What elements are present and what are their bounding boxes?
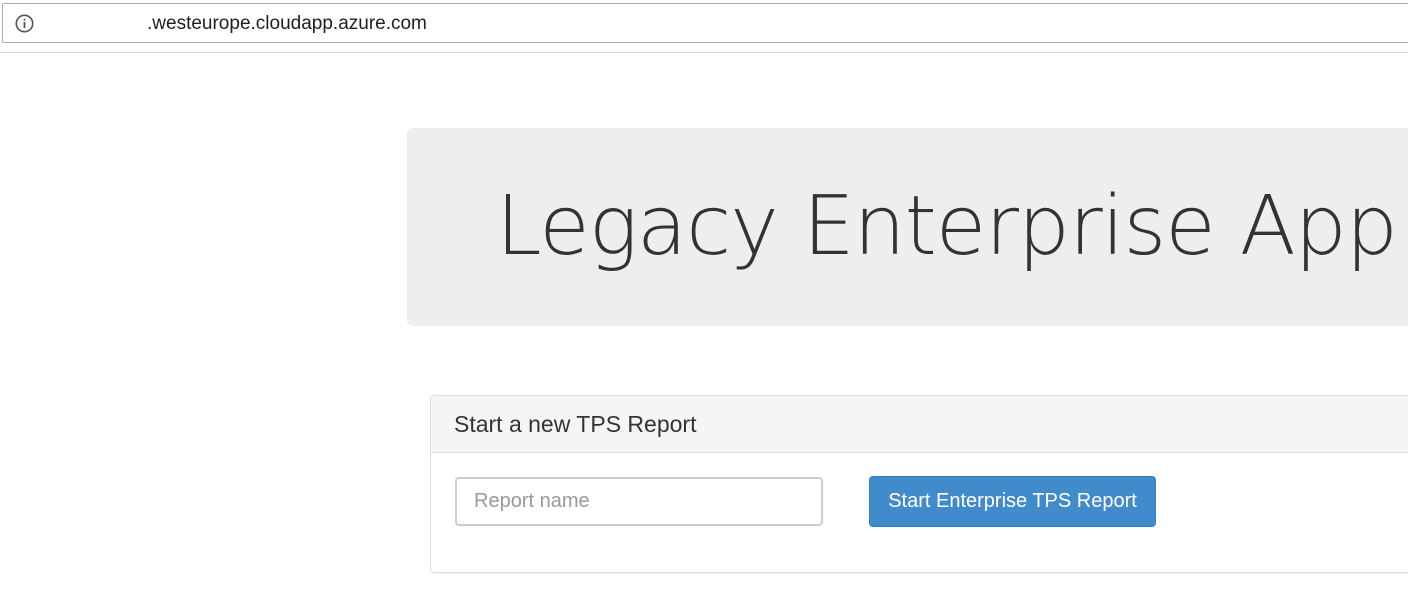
new-report-panel: Start a new TPS Report Start Enterprise … [430,395,1408,573]
url-text[interactable]: .westeurope.cloudapp.azure.com [147,14,427,34]
page-title: Legacy Enterprise App [496,179,1398,274]
report-name-input[interactable] [455,477,823,526]
browser-toolbar: .westeurope.cloudapp.azure.com [0,0,1408,53]
info-icon[interactable] [15,14,34,33]
jumbotron: Legacy Enterprise App [407,128,1408,326]
start-report-button[interactable]: Start Enterprise TPS Report [869,476,1156,527]
panel-title: Start a new TPS Report [454,411,697,437]
address-bar[interactable]: .westeurope.cloudapp.azure.com [2,3,1408,43]
panel-heading: Start a new TPS Report [431,396,1408,453]
